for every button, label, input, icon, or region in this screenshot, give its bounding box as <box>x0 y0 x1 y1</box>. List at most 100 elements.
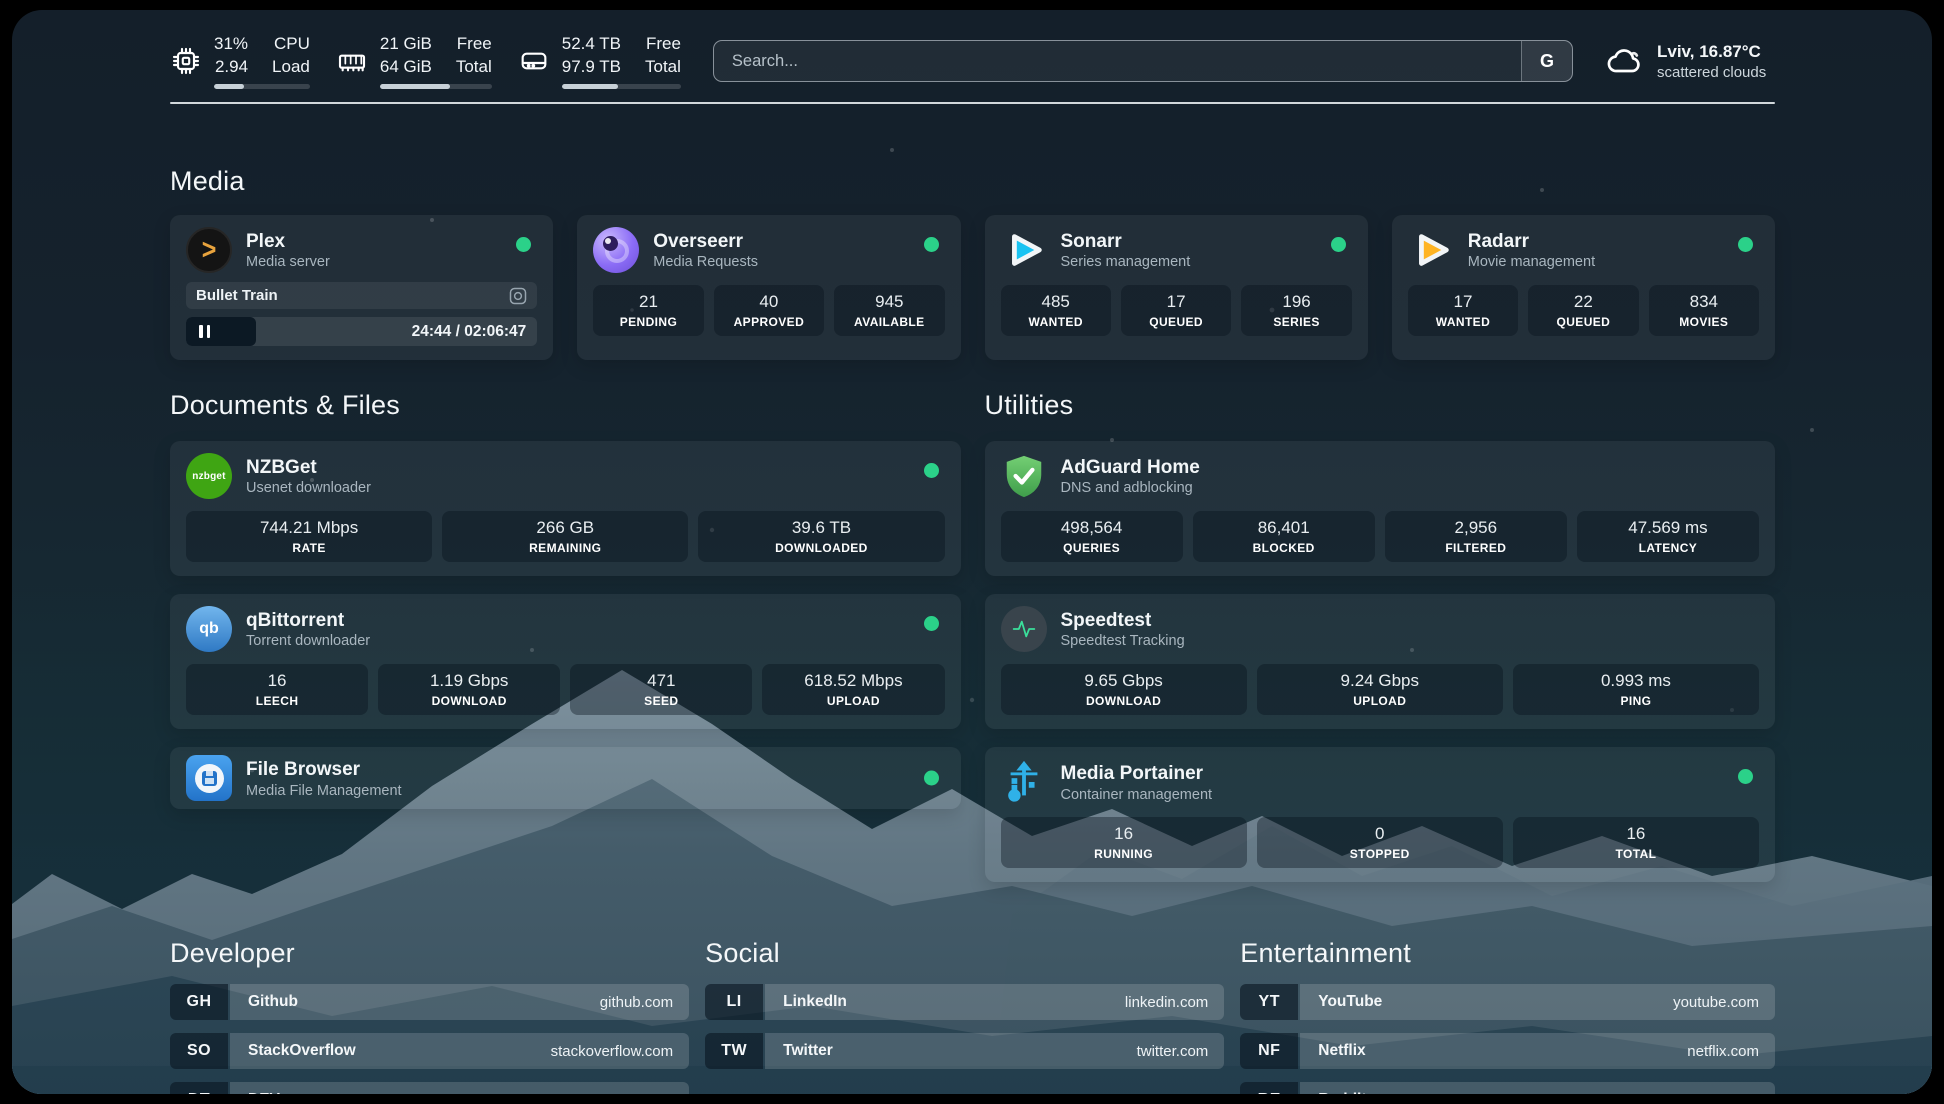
bookmark-group-entertainment: Entertainment YT YouTubeyoutube.com NF N… <box>1240 938 1775 1094</box>
stats-row: 16RUNNING 0STOPPED 16TOTAL <box>1001 817 1760 868</box>
search-provider-button[interactable]: G <box>1521 41 1572 81</box>
bookmark-abbr: GH <box>170 984 228 1020</box>
status-dot <box>1738 237 1753 252</box>
status-dot <box>1331 237 1346 252</box>
stat-box: 0.993 msPING <box>1513 664 1759 715</box>
adguard-icon <box>1001 453 1047 499</box>
sonarr-icon <box>1001 227 1047 273</box>
service-card-sonarr[interactable]: Sonarr Series management 485WANTED 17QUE… <box>985 215 1368 360</box>
cpu-values: 31%2.94 <box>214 33 248 77</box>
stat-box: 86,401BLOCKED <box>1193 511 1375 562</box>
stat-box: 39.6 TBDOWNLOADED <box>698 511 944 562</box>
stat-box: 196SERIES <box>1241 285 1351 336</box>
pause-icon[interactable] <box>199 325 210 338</box>
bookmark-row-linkedin[interactable]: LI LinkedInlinkedin.com <box>705 984 1224 1020</box>
bookmark-abbr: YT <box>1240 984 1298 1020</box>
stats-row: 498,564QUERIES 86,401BLOCKED 2,956FILTER… <box>1001 511 1760 562</box>
service-card-nzbget[interactable]: nzbget NZBGet Usenet downloader 744.21 M… <box>170 441 961 576</box>
service-subtitle: Media File Management <box>246 783 402 799</box>
playback-elapsed <box>186 317 256 346</box>
bookmark-row-dev[interactable]: DT DEVdev.to <box>170 1082 689 1094</box>
media-preview-icon[interactable] <box>509 287 527 305</box>
service-title: AdGuard Home <box>1061 456 1200 480</box>
memory-labels: FreeTotal <box>456 33 492 77</box>
top-bar: 31%2.94 CPULoad <box>170 32 1775 90</box>
stat-box: 744.21 MbpsRATE <box>186 511 432 562</box>
playback-progress[interactable]: 24:44 / 02:06:47 <box>186 317 537 346</box>
bookmark-url: reddit.com <box>1689 1092 1759 1094</box>
weather-condition: scattered clouds <box>1657 64 1766 81</box>
bookmark-name: Reddit <box>1318 1091 1366 1094</box>
stats-row: 21PENDING 40APPROVED 945AVAILABLE <box>593 285 944 336</box>
bookmark-name: YouTube <box>1318 993 1382 1011</box>
service-card-speedtest[interactable]: Speedtest Speedtest Tracking 9.65 GbpsDO… <box>985 594 1776 729</box>
stats-row: 9.65 GbpsDOWNLOAD 9.24 GbpsUPLOAD 0.993 … <box>1001 664 1760 715</box>
stat-box: 2,956FILTERED <box>1385 511 1567 562</box>
bookmark-abbr: LI <box>705 984 763 1020</box>
bookmark-row-stackoverflow[interactable]: SO StackOverflowstackoverflow.com <box>170 1033 689 1069</box>
disk-progress-bar <box>562 84 681 89</box>
qbittorrent-icon: qb <box>186 606 232 652</box>
service-subtitle: Media Requests <box>653 254 758 270</box>
service-card-portainer[interactable]: Media Portainer Container management 16R… <box>985 747 1776 882</box>
service-title: Sonarr <box>1061 230 1191 254</box>
bookmark-abbr: TW <box>705 1033 763 1069</box>
speedtest-icon <box>1001 606 1047 652</box>
documents-column: Documents & Files nzbget NZBGet Usenet d… <box>170 390 961 882</box>
bookmark-name: Twitter <box>783 1042 833 1060</box>
status-dot <box>924 771 939 786</box>
service-subtitle: Torrent downloader <box>246 633 370 649</box>
memory-values: 21 GiB64 GiB <box>380 33 432 77</box>
portainer-icon <box>1001 759 1047 805</box>
service-card-overseerr[interactable]: Overseerr Media Requests 21PENDING 40APP… <box>577 215 960 360</box>
service-card-plex[interactable]: > Plex Media server Bullet Train <box>170 215 553 360</box>
service-card-radarr[interactable]: Radarr Movie management 17WANTED 22QUEUE… <box>1392 215 1775 360</box>
stat-box: 485WANTED <box>1001 285 1111 336</box>
bookmark-url: github.com <box>600 994 673 1011</box>
stat-box: 9.65 GbpsDOWNLOAD <box>1001 664 1247 715</box>
bookmark-row-youtube[interactable]: YT YouTubeyoutube.com <box>1240 984 1775 1020</box>
section-heading-developer: Developer <box>170 938 689 969</box>
disk-widget: 52.4 TB97.9 TB FreeTotal <box>518 33 681 88</box>
service-card-filebrowser[interactable]: File Browser Media File Management <box>170 747 961 809</box>
service-subtitle: DNS and adblocking <box>1061 480 1200 496</box>
stat-box: 22QUEUED <box>1528 285 1638 336</box>
weather-widget: Lviv, 16.87°C scattered clouds <box>1605 41 1775 81</box>
section-heading-documents: Documents & Files <box>170 390 961 421</box>
section-heading-utilities: Utilities <box>985 390 1776 421</box>
service-title: File Browser <box>246 758 402 782</box>
section-heading-social: Social <box>705 938 1224 969</box>
status-dot <box>924 463 939 478</box>
bookmark-row-netflix[interactable]: NF Netflixnetflix.com <box>1240 1033 1775 1069</box>
search-bar: G <box>713 40 1573 82</box>
service-subtitle: Usenet downloader <box>246 480 371 496</box>
search-input[interactable] <box>714 41 1521 81</box>
nzbget-icon: nzbget <box>186 453 232 499</box>
section-heading-media: Media <box>170 166 1775 197</box>
topbar-divider <box>170 102 1775 104</box>
stat-box: 9.24 GbpsUPLOAD <box>1257 664 1503 715</box>
bookmark-name: DEV <box>248 1091 280 1094</box>
service-title: qBittorrent <box>246 609 370 633</box>
bookmark-row-twitter[interactable]: TW Twitter twitter.com <box>705 1033 1224 1069</box>
bookmark-row-reddit[interactable]: RE Redditreddit.com <box>1240 1082 1775 1094</box>
bookmark-row-github[interactable]: GH Githubgithub.com <box>170 984 689 1020</box>
cpu-progress-bar <box>214 84 310 89</box>
memory-progress-bar <box>380 84 492 89</box>
service-title: Overseerr <box>653 230 758 254</box>
stat-box: 16TOTAL <box>1513 817 1759 868</box>
weather-location-temp: Lviv, 16.87°C <box>1657 41 1766 63</box>
stats-row: 17WANTED 22QUEUED 834MOVIES <box>1408 285 1759 336</box>
utilities-column: Utilities <box>985 390 1776 882</box>
service-card-qbittorrent[interactable]: qb qBittorrent Torrent downloader 16LEEC… <box>170 594 961 729</box>
disk-icon <box>518 45 550 77</box>
service-subtitle: Media server <box>246 254 330 270</box>
stat-box: 40APPROVED <box>714 285 824 336</box>
stat-box: 618.52 MbpsUPLOAD <box>762 664 944 715</box>
stat-box: 945AVAILABLE <box>834 285 944 336</box>
disk-values: 52.4 TB97.9 TB <box>562 33 621 77</box>
bookmark-url: twitter.com <box>1137 1043 1209 1060</box>
service-card-adguard[interactable]: AdGuard Home DNS and adblocking 498,564Q… <box>985 441 1776 576</box>
bookmark-url: stackoverflow.com <box>551 1043 674 1060</box>
status-dot <box>924 237 939 252</box>
